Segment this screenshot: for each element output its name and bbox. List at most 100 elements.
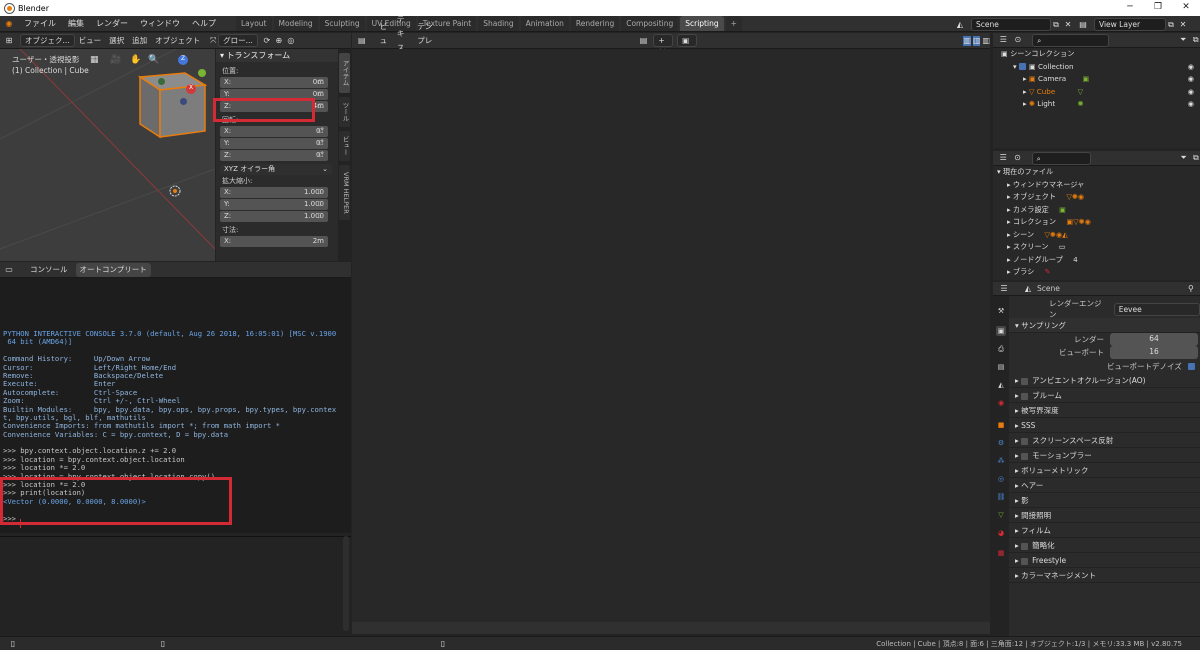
tab-tool[interactable]: ツール [339,97,350,127]
tree-item[interactable]: ▸ コレクション ▣▽✺◉ [993,216,1200,229]
tree-item-cube[interactable]: ▸ ▽ Cube ▽ ◉ [993,86,1200,99]
modifier-tab-icon[interactable]: ⚙ [996,438,1006,448]
tree-item[interactable]: ▸ ノードグループ 4 [993,254,1200,267]
sampling-panel-header[interactable]: ▾ サンプリング [1009,318,1200,333]
mode-dropdown[interactable]: オブジェク... [20,34,75,47]
tab-scripting[interactable]: Scripting [680,16,724,31]
panel-header-9[interactable]: ▸ 間接照明 [1009,508,1200,523]
scene-field[interactable]: Scene [971,18,1051,31]
grid-view-icon[interactable]: ▦ [90,55,99,65]
lock-icon[interactable]: ⊡ [318,188,324,196]
panel-enable-checkbox[interactable] [1021,452,1029,460]
physics-tab-icon[interactable]: ◎ [996,474,1006,484]
new-icon[interactable]: ⧉ [1192,153,1200,163]
object-tab-icon[interactable]: ■ [996,420,1006,430]
new-text-button[interactable]: + 新規 [653,34,674,69]
open-text-button[interactable]: ▣ 開く [677,34,698,69]
tab-shading[interactable]: Shading [478,16,519,31]
panel-enable-checkbox[interactable] [1021,557,1029,565]
delete-view-layer-icon[interactable]: ✕ [1178,20,1188,30]
line-numbers-toggle-icon[interactable]: ▥ [963,35,971,46]
tree-item-camera[interactable]: ▸ ▣ Camera ▣ ◉ [993,73,1200,86]
lock-icon[interactable]: ⊡ [318,200,324,208]
panel-header-0[interactable]: ▸ アンビエントオクルージョン(AO) [1009,373,1200,388]
rotation-y-field[interactable]: Y: 0° [220,138,328,149]
filter-icon[interactable]: ⏷ [1179,35,1188,45]
text-editor-area[interactable] [352,49,990,622]
new-collection-icon[interactable]: ⧉ [1191,35,1200,45]
panel-header-1[interactable]: ▸ ブルーム [1009,388,1200,403]
file-search-input[interactable]: ⌕ [1031,151,1092,165]
view-layer-tab-icon[interactable]: ▤ [996,362,1006,372]
panel-header-2[interactable]: ▸ 被写界深度 [1009,403,1200,418]
display-mode-icon[interactable]: ⊙ [1014,35,1023,45]
menu-select[interactable]: 選択 [105,34,128,48]
proportional-icon[interactable]: ◎ [286,36,296,46]
snap-icon[interactable]: ⊕ [274,36,284,46]
panel-header-8[interactable]: ▸ 影 [1009,493,1200,508]
menu-file[interactable]: ファイル [18,16,62,32]
material-tab-icon[interactable]: ◕ [996,528,1006,538]
transform-header[interactable]: ▾ トランスフォーム [216,49,338,62]
gizmo-x-axis[interactable]: X [186,84,196,94]
lock-icon[interactable]: ⊡ [318,102,324,110]
scale-z-field[interactable]: Z: 1.000 [220,211,328,222]
scene-icon[interactable]: ◭ [955,20,965,30]
blender-menu-icon[interactable]: ◉ [4,19,14,29]
gizmo-neg-y[interactable] [158,78,165,85]
scale-x-field[interactable]: X: 1.000 [220,187,328,198]
menu-object[interactable]: オブジェクト [151,34,204,48]
new-view-layer-icon[interactable]: ⧉ [1166,20,1176,30]
outliner-type-icon[interactable]: ☰ [999,153,1007,163]
tree-item-scene-collection[interactable]: ▣ シーンコレクション [993,48,1200,61]
pan-hand-icon[interactable]: ✋ [130,55,141,65]
panel-header-10[interactable]: ▸ フィルム [1009,523,1200,538]
display-mode-icon[interactable]: ⊙ [1013,153,1021,163]
pin-icon[interactable]: ⚲ [1186,284,1196,294]
text-editor-type-icon[interactable]: ▤ [358,36,366,46]
tool-tab-icon[interactable]: ⚒ [996,306,1006,316]
tab-animation[interactable]: Animation [520,16,569,31]
text-file-icon[interactable]: ▤ [640,36,648,46]
minimize-button[interactable]: ─ [1116,0,1144,16]
output-tab-icon[interactable]: ⎙ [996,344,1006,354]
gizmo-neg-z[interactable] [180,98,187,105]
panel-header-5[interactable]: ▸ モーションブラー [1009,448,1200,463]
render-samples-field[interactable]: 64 [1110,333,1198,346]
panel-enable-checkbox[interactable] [1021,377,1029,385]
panel-enable-checkbox[interactable] [1021,542,1029,550]
panel-header-12[interactable]: ▸ Freestyle [1009,553,1200,568]
menu-render[interactable]: レンダー [90,16,134,32]
menu-add[interactable]: 追加 [128,34,151,48]
new-scene-icon[interactable]: ⧉ [1051,20,1061,30]
constraints-tab-icon[interactable]: ⛓ [996,492,1006,502]
data-tab-icon[interactable]: ▽ [996,510,1006,520]
console-tab[interactable]: コンソール [26,263,72,277]
gizmo-y-axis[interactable] [198,69,206,77]
menu-window[interactable]: ウィンドウ [134,16,186,32]
lock-icon[interactable]: ⊡ [318,139,324,147]
panel-header-3[interactable]: ▸ SSS [1009,418,1200,433]
lock-icon[interactable]: ⊡ [318,127,324,135]
panel-header-4[interactable]: ▸ スクリーンスペース反射 [1009,433,1200,448]
orientation-icon[interactable]: ⤧ [208,36,218,46]
panel-header-11[interactable]: ▸ 簡略化 [1009,538,1200,553]
lock-icon[interactable]: ⊡ [318,78,324,86]
tree-item-light[interactable]: ▸ ✺ Light ✺ ◉ [993,98,1200,111]
tree-item-collection[interactable]: ▾ ▣ Collection ◉ [993,61,1200,74]
tree-item[interactable]: ▸ オブジェクト ▽✺◉ [993,191,1200,204]
tree-item[interactable]: ▸ スクリーン ▭ [993,241,1200,254]
autocomplete-tab[interactable]: オートコンプリート [75,262,151,277]
outliner-search-input[interactable]: ⌕ [1032,33,1109,47]
rotation-x-field[interactable]: X: 0° [220,126,328,137]
tab-modeling[interactable]: Modeling [273,16,318,31]
close-button[interactable]: ✕ [1172,0,1200,16]
panel-enable-checkbox[interactable] [1021,392,1029,400]
menu-help[interactable]: ヘルプ [186,16,222,32]
tab-layout[interactable]: Layout [236,16,272,31]
editor-type-icon[interactable]: ⊞ [4,36,14,46]
texture-tab-icon[interactable]: ▦ [996,548,1006,558]
dimension-x-field[interactable]: X: 2m [220,236,328,247]
delete-scene-icon[interactable]: ✕ [1063,20,1073,30]
tab-vrm-helper[interactable]: VRM HELPER [339,165,350,220]
